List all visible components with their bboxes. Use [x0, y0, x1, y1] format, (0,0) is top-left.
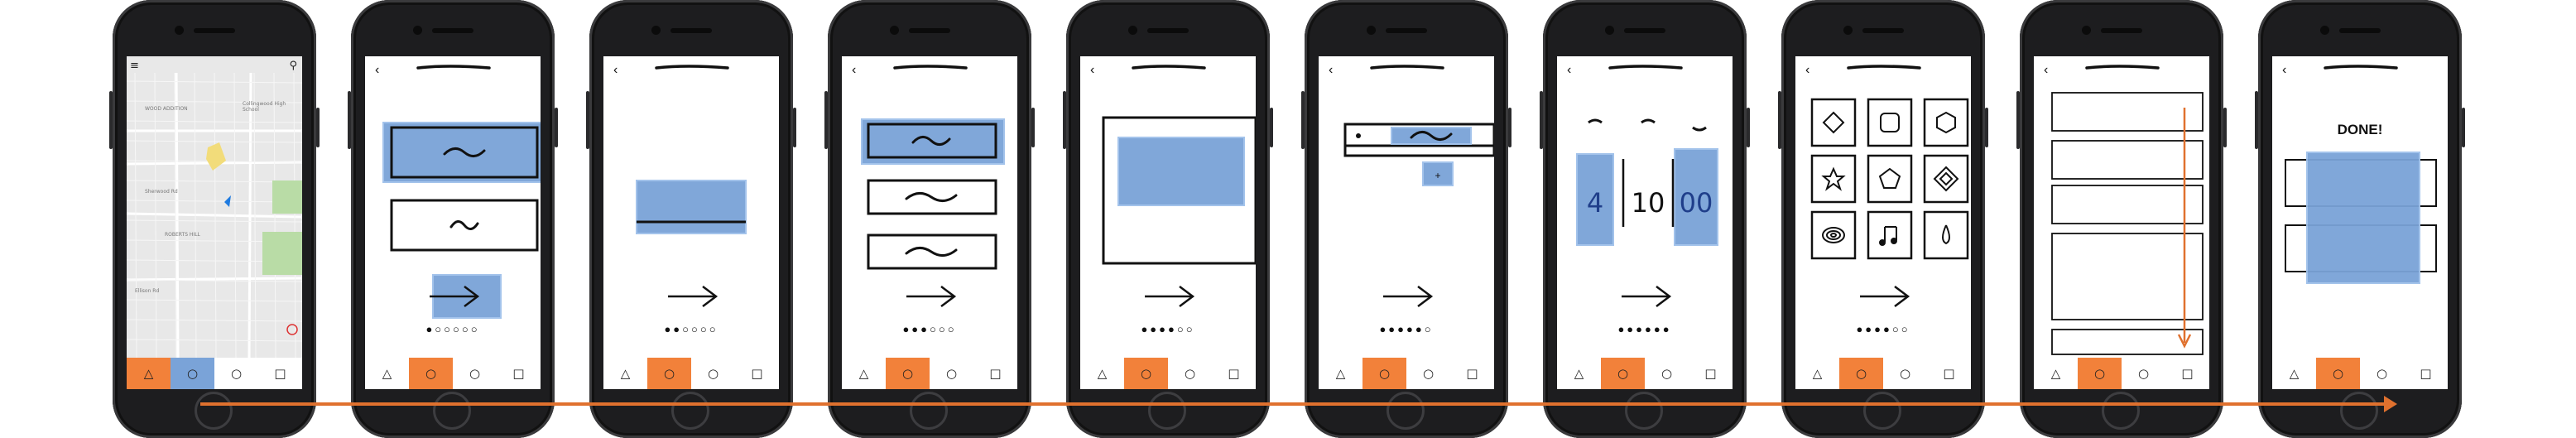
flow-arrow — [200, 396, 2397, 412]
